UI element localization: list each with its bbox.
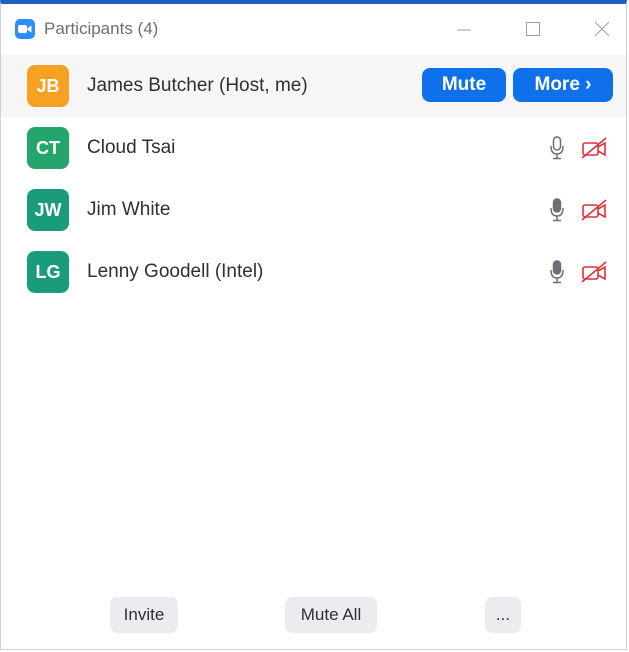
close-button[interactable] (584, 12, 620, 46)
avatar: CT (27, 127, 69, 169)
minimize-button[interactable] (446, 12, 482, 46)
video-off-icon[interactable] (580, 136, 608, 160)
minimize-icon (457, 29, 471, 31)
video-off-icon[interactable] (580, 198, 608, 222)
mic-filled-icon[interactable] (550, 260, 564, 284)
mute-button[interactable]: Mute (422, 68, 506, 102)
more-options-button[interactable]: ... (485, 597, 521, 633)
participant-name: James Butcher (Host, me) (87, 75, 308, 96)
avatar: JB (27, 65, 69, 107)
window-title: Participants (4) (44, 19, 159, 38)
mic-filled-icon[interactable] (550, 198, 564, 222)
avatar: JW (27, 189, 69, 231)
participant-name: Lenny Goodell (Intel) (87, 261, 264, 282)
close-icon (595, 22, 609, 36)
maximize-button[interactable] (515, 12, 551, 46)
mute-all-button[interactable]: Mute All (285, 597, 377, 633)
participant-row[interactable]: CT Cloud Tsai (1, 117, 626, 179)
maximize-icon (526, 22, 540, 36)
video-off-icon[interactable] (580, 260, 608, 284)
participants-window: Participants (4) JB James Butcher (Host,… (0, 0, 627, 650)
more-button[interactable]: More › (513, 68, 613, 102)
participant-name: Cloud Tsai (87, 137, 176, 158)
participant-row[interactable]: LG Lenny Goodell (Intel) (1, 241, 626, 303)
participant-name: Jim White (87, 199, 171, 220)
participant-row[interactable]: JW Jim White (1, 179, 626, 241)
invite-button[interactable]: Invite (110, 597, 178, 633)
participant-row-host[interactable]: JB James Butcher (Host, me) Mute More › (1, 55, 626, 117)
mic-outline-icon[interactable] (550, 136, 564, 160)
avatar: LG (27, 251, 69, 293)
zoom-logo-icon (15, 19, 35, 39)
title-bar: Participants (4) (1, 4, 626, 54)
